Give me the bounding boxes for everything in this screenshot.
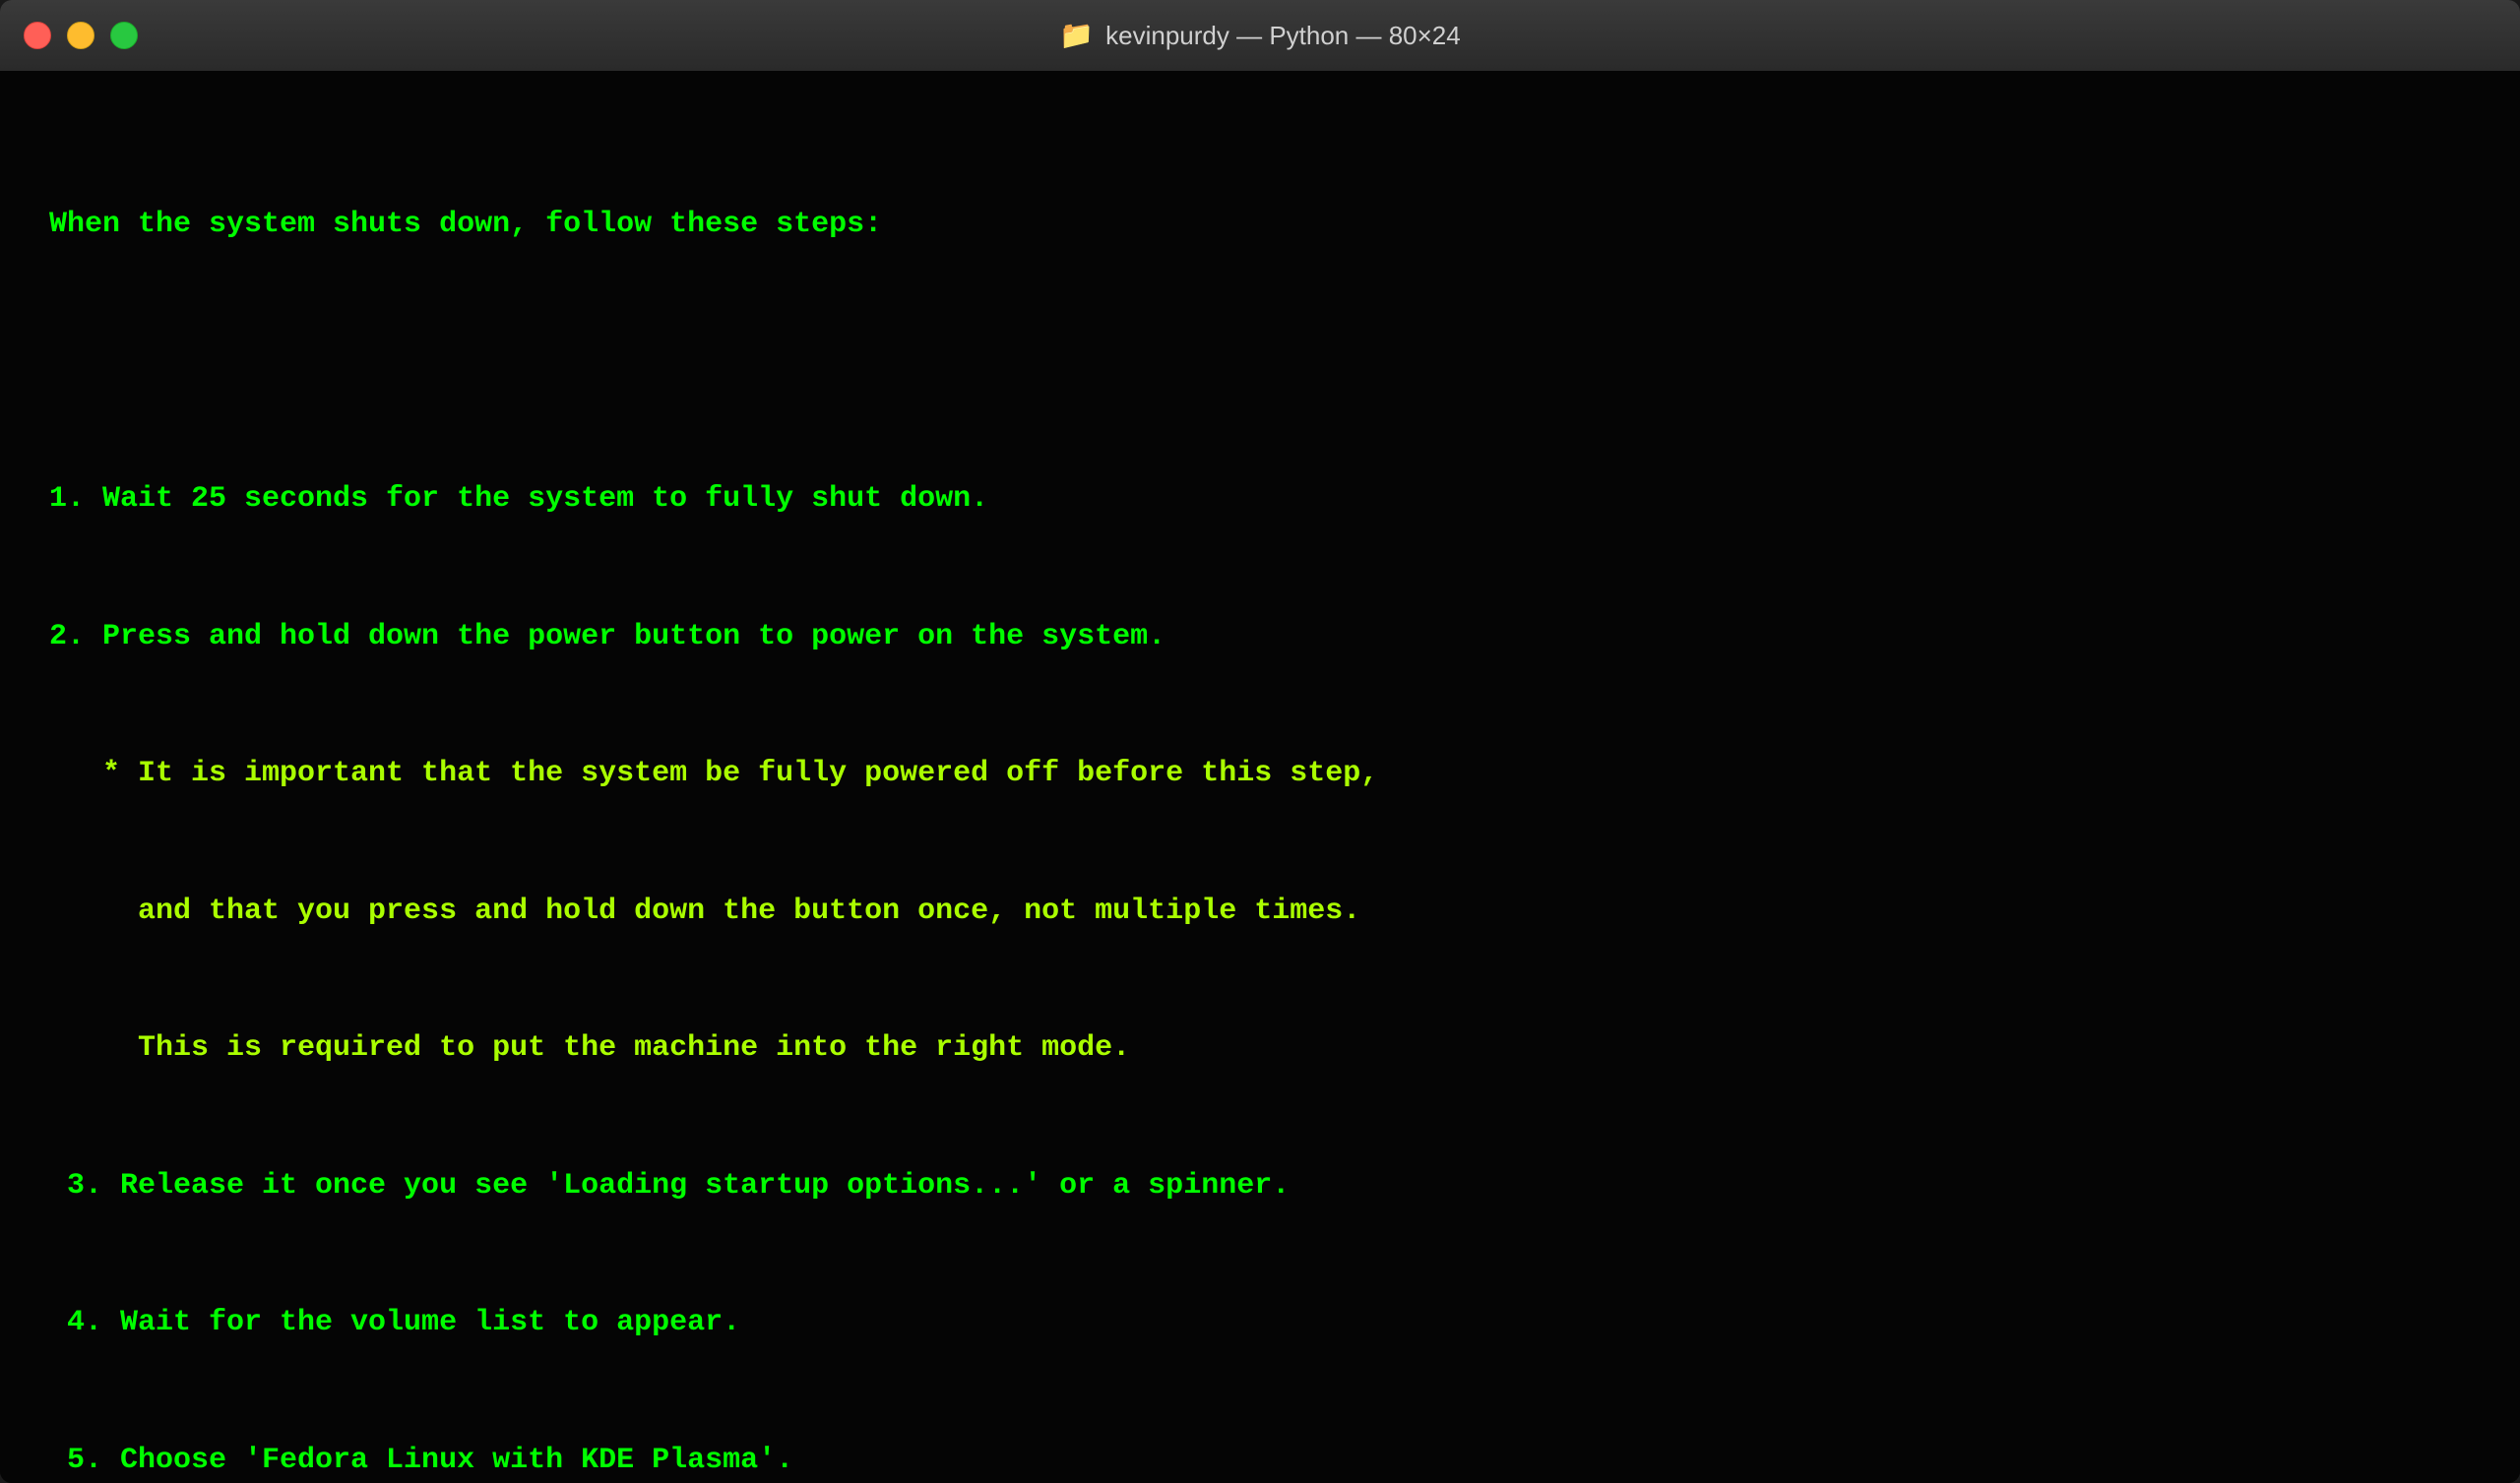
minimize-button[interactable] bbox=[67, 22, 94, 49]
step-5: 5. Choose 'Fedora Linux with KDE Plasma'… bbox=[49, 1438, 2471, 1483]
blank-line-1 bbox=[49, 340, 2471, 386]
folder-icon: 📁 bbox=[1059, 19, 1094, 53]
step-3: 3. Release it once you see 'Loading star… bbox=[49, 1163, 2471, 1209]
title-area: 📁 kevinpurdy — Python — 80×24 bbox=[1059, 19, 1460, 53]
terminal-window: 📁 kevinpurdy — Python — 80×24 When the s… bbox=[0, 0, 2520, 1483]
close-button[interactable] bbox=[24, 22, 51, 49]
traffic-lights bbox=[24, 22, 138, 49]
terminal-text: When the system shuts down, follow these… bbox=[49, 110, 2471, 1483]
window-title: kevinpurdy — Python — 80×24 bbox=[1105, 21, 1461, 51]
titlebar: 📁 kevinpurdy — Python — 80×24 bbox=[0, 0, 2520, 71]
step-2: 2. Press and hold down the power button … bbox=[49, 614, 2471, 660]
step-1: 1. Wait 25 seconds for the system to ful… bbox=[49, 476, 2471, 523]
step-note-1b: and that you press and hold down the but… bbox=[49, 889, 2471, 935]
terminal-content: When the system shuts down, follow these… bbox=[0, 71, 2520, 1483]
heading-line: When the system shuts down, follow these… bbox=[49, 202, 2471, 248]
step-note-1c: This is required to put the machine into… bbox=[49, 1025, 2471, 1072]
maximize-button[interactable] bbox=[110, 22, 138, 49]
step-note-1a: * It is important that the system be ful… bbox=[49, 751, 2471, 797]
step-4: 4. Wait for the volume list to appear. bbox=[49, 1300, 2471, 1346]
